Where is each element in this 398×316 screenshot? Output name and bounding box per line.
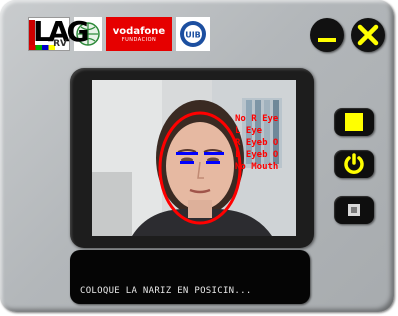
lag-logo-sub: RV bbox=[53, 39, 67, 49]
power-button[interactable] bbox=[334, 150, 374, 178]
lag-rv-logo: LAG RV bbox=[28, 15, 89, 51]
small-window-button[interactable] bbox=[334, 196, 374, 224]
vodafone-foundation-logo: vodafone FUNDACION bbox=[106, 17, 172, 51]
status-panel: COLOQUE LA NARIZ EN POSICIN... bbox=[70, 250, 310, 304]
tracking-label-r-eye: No R Eye bbox=[235, 114, 279, 124]
tracking-labels: No R Eye L Eye R Eyeb O L Eyeb O No Mout… bbox=[235, 114, 279, 172]
status-message: COLOQUE LA NARIZ EN POSICIN... bbox=[80, 286, 252, 296]
close-button[interactable] bbox=[351, 18, 385, 52]
left-eye-marker bbox=[180, 161, 194, 164]
minimize-icon bbox=[318, 38, 336, 42]
uib-logo: UIB bbox=[176, 17, 210, 51]
tracking-label-r-eyebrow: R Eyeb O bbox=[235, 138, 279, 148]
logo-bar: LAG RV vodafone FUNDACION UIB bbox=[28, 15, 214, 52]
camera-image: No R Eye L Eye R Eyeb O L Eyeb O No Mout… bbox=[92, 80, 296, 236]
tracking-label-l-eyebrow: L Eyeb O bbox=[235, 150, 279, 160]
stop-square-icon bbox=[345, 113, 363, 131]
stop-button[interactable] bbox=[334, 108, 374, 136]
lag-logo-color-bar bbox=[29, 45, 55, 50]
uib-logo-text: UIB bbox=[185, 31, 201, 40]
window-small-icon bbox=[348, 204, 360, 216]
right-eye-marker bbox=[206, 161, 220, 164]
tracking-label-mouth: No Mouth bbox=[235, 162, 278, 172]
power-icon bbox=[344, 153, 364, 174]
tracking-label-l-eye: L Eye bbox=[235, 126, 263, 136]
right-eyebrow-marker bbox=[204, 152, 224, 155]
minimize-button[interactable] bbox=[310, 18, 344, 52]
left-eyebrow-marker bbox=[176, 152, 198, 155]
vodafone-logo-text: vodafone bbox=[112, 25, 166, 37]
vodafone-logo-sub: FUNDACION bbox=[121, 36, 157, 43]
close-icon bbox=[357, 24, 379, 46]
camera-view: No R Eye L Eye R Eyeb O L Eyeb O No Mout… bbox=[92, 80, 296, 236]
